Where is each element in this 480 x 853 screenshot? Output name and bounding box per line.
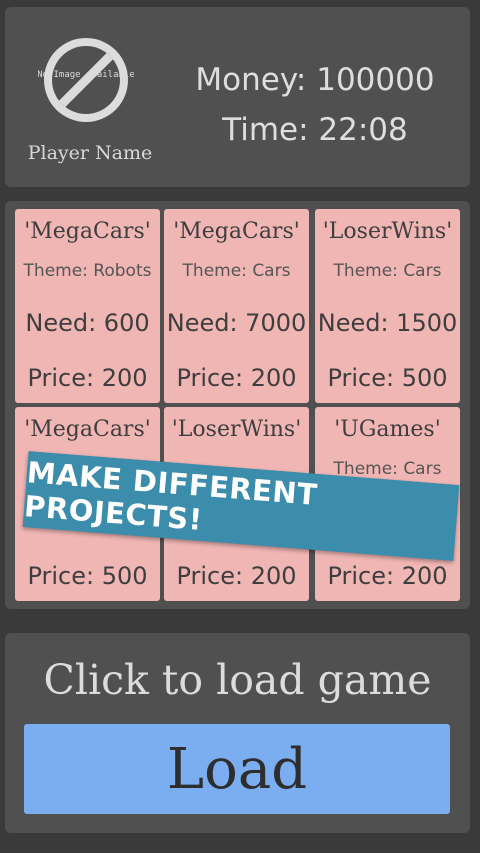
project-price: Price: 200 (27, 364, 148, 392)
project-title: 'MegaCars' (173, 219, 300, 244)
project-price: Price: 200 (176, 562, 297, 590)
project-title: 'UGames' (334, 417, 441, 442)
avatar-text: No Image available (38, 70, 134, 80)
project-title: 'LoserWins' (322, 219, 453, 244)
project-theme: Theme: Cars (333, 261, 442, 281)
project-theme: Theme: Cars (182, 261, 291, 281)
project-title: 'MegaCars' (24, 219, 151, 244)
load-panel: Click to load game Load (5, 633, 470, 833)
project-need: Need: 600 (25, 309, 150, 337)
project-card[interactable]: 'MegaCars' Theme: Cars Need: 7000 Price:… (164, 209, 309, 403)
project-price: Price: 200 (327, 562, 448, 590)
project-theme: Theme: Robots (23, 261, 152, 281)
project-price: Price: 200 (176, 364, 297, 392)
player-name: Player Name (27, 142, 153, 164)
no-image-icon: No Image available (38, 38, 134, 122)
money-label: Money: 100000 (195, 62, 435, 98)
project-title: 'LoserWins' (171, 417, 302, 442)
time-label: Time: 22:08 (222, 112, 408, 148)
project-price: Price: 500 (27, 562, 148, 590)
project-title: 'MegaCars' (24, 417, 151, 442)
load-caption: Click to load game (43, 656, 432, 704)
project-card[interactable]: 'LoserWins' Theme: Cars Need: 1500 Price… (315, 209, 460, 403)
project-price: Price: 500 (327, 364, 448, 392)
player-panel: No Image available Player Name Money: 10… (5, 7, 470, 187)
project-need: Need: 1500 (317, 309, 458, 337)
project-card[interactable]: 'MegaCars' Theme: Robots Need: 600 Price… (15, 209, 160, 403)
load-button[interactable]: Load (24, 724, 450, 814)
project-need: Need: 7000 (166, 309, 307, 337)
